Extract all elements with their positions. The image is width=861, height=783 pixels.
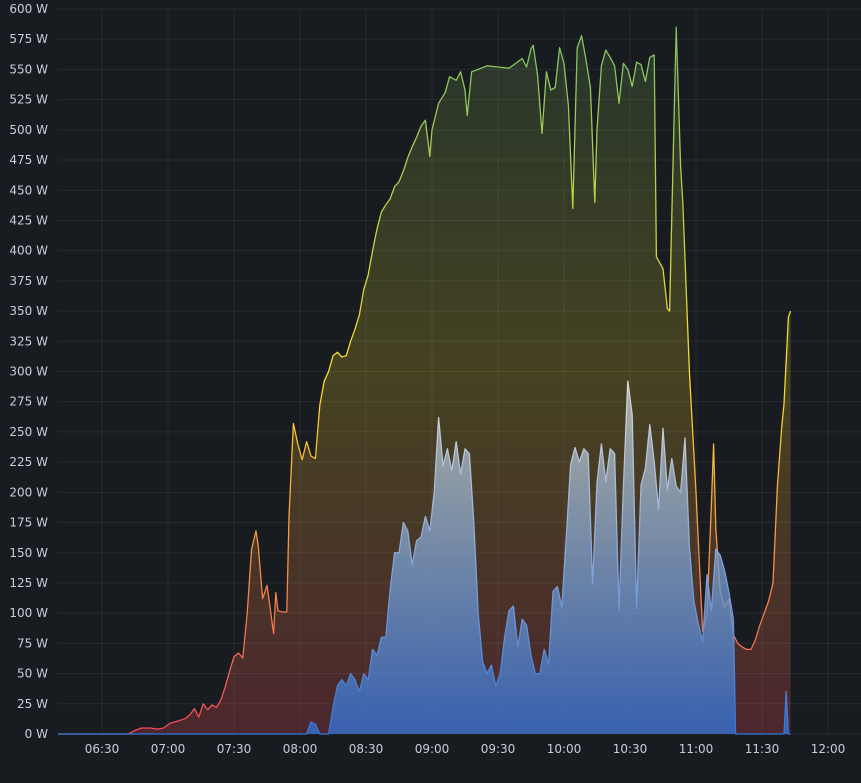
y-tick-label: 125 W xyxy=(9,576,48,590)
y-tick-label: 500 W xyxy=(9,123,48,137)
y-tick-label: 175 W xyxy=(9,516,48,530)
x-tick-label: 10:30 xyxy=(613,742,648,756)
y-tick-label: 350 W xyxy=(9,304,48,318)
y-tick-label: 600 W xyxy=(9,2,48,16)
power-chart: 0 W 25 W 50 W 75 W 100 W 125 W 150 W 175 W 200 W… xyxy=(9,2,861,756)
y-tick-label: 200 W xyxy=(9,485,48,499)
x-tick-label: 07:00 xyxy=(151,742,186,756)
x-tick-label: 06:30 xyxy=(85,742,120,756)
y-tick-label: 275 W xyxy=(9,395,48,409)
x-tick-label: 09:30 xyxy=(481,742,516,756)
y-tick-label: 575 W xyxy=(9,32,48,46)
x-tick-label: 10:00 xyxy=(547,742,582,756)
y-tick-label: 475 W xyxy=(9,153,48,167)
y-tick-label: 25 W xyxy=(17,697,48,711)
y-tick-label: 525 W xyxy=(9,93,48,107)
x-tick-label: 11:30 xyxy=(745,742,780,756)
y-tick-label: 250 W xyxy=(9,425,48,439)
x-tick-label: 09:00 xyxy=(415,742,450,756)
y-tick-label: 325 W xyxy=(9,334,48,348)
y-tick-label: 50 W xyxy=(17,667,48,681)
y-tick-label: 0 W xyxy=(25,727,48,741)
y-tick-label: 300 W xyxy=(9,365,48,379)
y-tick-label: 375 W xyxy=(9,274,48,288)
x-tick-label: 08:30 xyxy=(349,742,384,756)
x-tick-label: 11:00 xyxy=(679,742,714,756)
y-tick-label: 550 W xyxy=(9,62,48,76)
y-tick-label: 100 W xyxy=(9,606,48,620)
x-tick-label: 12:00 xyxy=(811,742,846,756)
y-axis: 0 W 25 W 50 W 75 W 100 W 125 W 150 W 175 W 200 W… xyxy=(9,2,48,741)
x-axis: 06:30 07:00 07:30 08:00 08:30 09:00 09:30 10:00… xyxy=(85,742,846,756)
x-tick-label: 07:30 xyxy=(217,742,252,756)
y-tick-label: 150 W xyxy=(9,546,48,560)
x-tick-label: 08:00 xyxy=(283,742,318,756)
y-tick-label: 225 W xyxy=(9,455,48,469)
y-tick-label: 425 W xyxy=(9,213,48,227)
y-tick-label: 75 W xyxy=(17,636,48,650)
y-tick-label: 400 W xyxy=(9,244,48,258)
y-tick-label: 450 W xyxy=(9,183,48,197)
